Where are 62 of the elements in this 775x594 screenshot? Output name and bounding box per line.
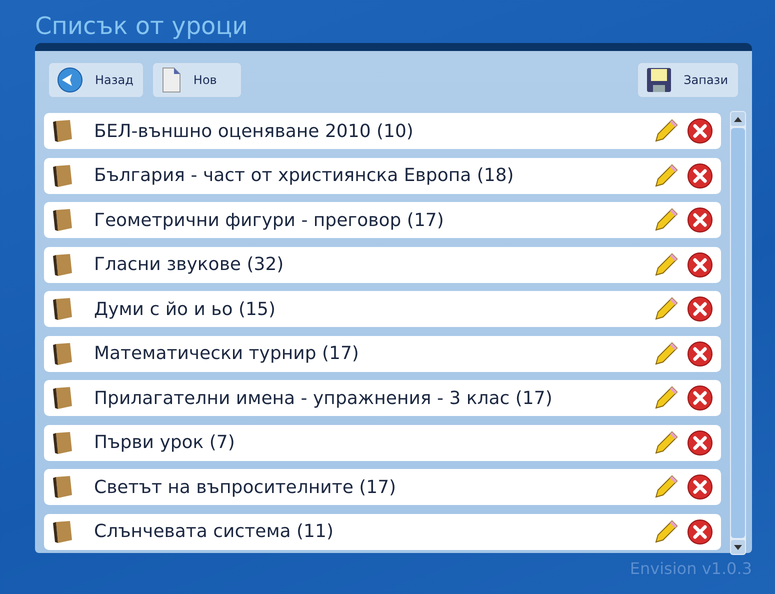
- lesson-row[interactable]: Гласни звукове (32): [44, 246, 721, 282]
- book-icon: [52, 520, 74, 544]
- lesson-title: Думи с йо и ьо (15): [94, 298, 276, 320]
- book-icon: [52, 342, 74, 366]
- pencil-icon[interactable]: [653, 296, 679, 322]
- lesson-row[interactable]: Геометрични фигури - преговор (17): [44, 202, 721, 238]
- book-icon: [52, 475, 74, 499]
- delete-icon[interactable]: [687, 296, 713, 322]
- lesson-title: Гласни звукове (32): [94, 254, 285, 275]
- delete-icon[interactable]: [687, 252, 713, 278]
- book-icon: [52, 297, 74, 321]
- version-label: Envision v1.0.3: [630, 559, 752, 578]
- lesson-title: Математически турнир (17): [94, 343, 360, 364]
- toolbar-button[interactable]: Назад: [49, 63, 144, 97]
- up-triangle-icon: [734, 116, 742, 122]
- delete-icon[interactable]: [687, 385, 713, 411]
- lesson-title: България - част от християнска Европа (18): [94, 165, 515, 186]
- book-icon: [52, 164, 74, 188]
- lesson-title: Светът на въпросителните (17): [94, 476, 398, 498]
- lesson-title: Геометрични фигури - преговор (17): [94, 210, 445, 230]
- book-icon: [52, 386, 74, 410]
- scroll-thumb[interactable]: [731, 128, 745, 538]
- pencil-icon[interactable]: [653, 518, 679, 544]
- pencil-icon[interactable]: [653, 207, 679, 233]
- lesson-row[interactable]: БЕЛ-външно оценяване 2010 (10): [44, 113, 721, 149]
- pencil-icon[interactable]: [653, 162, 679, 188]
- lesson-row[interactable]: Слънчевата система (11): [44, 514, 721, 550]
- toolbar-button[interactable]: Нов: [153, 63, 242, 97]
- delete-icon[interactable]: [687, 207, 713, 233]
- page-title: Списък от уроци: [35, 11, 249, 42]
- pencil-icon[interactable]: [653, 340, 679, 366]
- book-icon: [52, 119, 74, 143]
- delete-icon[interactable]: [687, 340, 713, 366]
- pencil-icon[interactable]: [653, 430, 679, 456]
- pencil-icon[interactable]: [653, 118, 679, 144]
- book-icon: [52, 208, 74, 232]
- lesson-row[interactable]: България - част от християнска Европа (18): [44, 158, 721, 194]
- lesson-title: Слънчевата система (11): [94, 521, 334, 542]
- delete-icon[interactable]: [687, 118, 713, 144]
- lesson-title: БЕЛ-външно оценяване 2010 (10): [94, 120, 414, 142]
- lesson-title: Първи урок (7): [94, 432, 236, 453]
- down-triangle-icon: [734, 544, 742, 550]
- lesson-row[interactable]: Първи урок (7): [44, 424, 721, 460]
- delete-icon[interactable]: [687, 518, 713, 544]
- pencil-icon[interactable]: [653, 252, 679, 278]
- lesson-row[interactable]: Прилагателни имена - упражнения - 3 клас (17): [44, 380, 721, 416]
- document-icon: [161, 67, 182, 93]
- toolbar-button[interactable]: Запази: [638, 63, 738, 97]
- delete-icon[interactable]: [687, 430, 713, 456]
- scrollbar[interactable]: [730, 111, 746, 555]
- lesson-row[interactable]: Думи с йо и ьо (15): [44, 291, 721, 327]
- book-icon: [52, 430, 74, 454]
- pencil-icon[interactable]: [653, 385, 679, 411]
- lesson-row[interactable]: Светът на въпросителните (17): [44, 469, 721, 505]
- delete-icon[interactable]: [687, 474, 713, 500]
- lesson-title: Прилагателни имена - упражнения - 3 клас (17): [94, 388, 554, 408]
- pencil-icon[interactable]: [653, 474, 679, 500]
- book-icon: [52, 252, 74, 276]
- scroll-up-button[interactable]: [731, 112, 745, 126]
- lesson-row[interactable]: Математически турнир (17): [44, 336, 721, 372]
- delete-icon[interactable]: [687, 162, 713, 188]
- scroll-down-button[interactable]: [731, 540, 745, 554]
